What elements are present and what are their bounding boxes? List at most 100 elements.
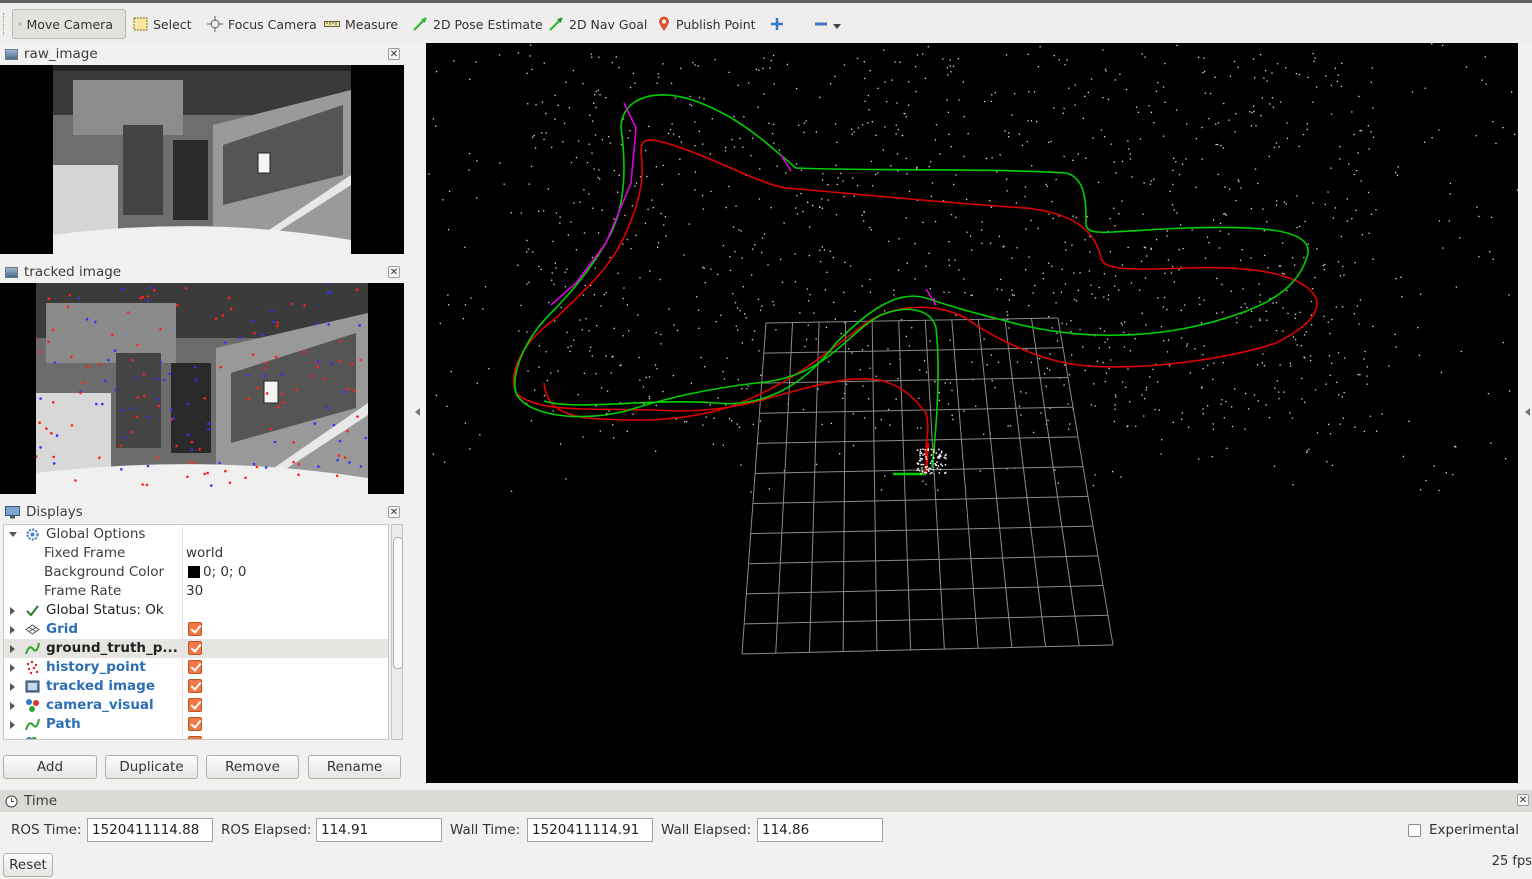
enable-checkbox[interactable] bbox=[188, 698, 202, 712]
display-item-tracked-image[interactable]: tracked image bbox=[4, 677, 388, 696]
tracked-image-close-icon[interactable]: ✕ bbox=[388, 266, 400, 278]
frame-rate-row[interactable]: Frame Rate 30 bbox=[4, 582, 388, 601]
map-point bbox=[575, 156, 578, 159]
grid-line bbox=[744, 614, 1109, 625]
displays-scrollbar[interactable] bbox=[391, 524, 403, 740]
map-point bbox=[1178, 173, 1181, 176]
tracked-feature-point bbox=[273, 440, 277, 444]
display-item-partial[interactable] bbox=[4, 734, 388, 739]
map-point bbox=[1007, 425, 1009, 427]
path-icon bbox=[25, 642, 40, 655]
expand-arrow-icon[interactable] bbox=[9, 532, 17, 537]
focus-camera-button[interactable]: Focus Camera bbox=[207, 9, 317, 39]
displays-close-icon[interactable]: ✕ bbox=[388, 506, 400, 518]
map-point bbox=[698, 327, 700, 329]
add-tool-button[interactable] bbox=[770, 9, 784, 39]
tracked-feature-point bbox=[256, 386, 260, 390]
map-point bbox=[1286, 137, 1289, 139]
expand-arrow-icon[interactable] bbox=[10, 702, 15, 710]
raw-image-close-icon[interactable]: ✕ bbox=[388, 48, 400, 60]
tracked-feature-point bbox=[187, 433, 190, 437]
enable-checkbox[interactable] bbox=[188, 660, 202, 674]
enable-checkbox[interactable] bbox=[188, 641, 202, 655]
tracked-feature-point bbox=[111, 333, 114, 337]
map-point bbox=[906, 173, 908, 175]
map-point bbox=[998, 235, 1000, 237]
enable-checkbox[interactable] bbox=[188, 717, 202, 731]
map-point bbox=[1166, 235, 1168, 237]
map-point bbox=[435, 71, 438, 73]
map-point bbox=[1372, 107, 1374, 109]
time-close-icon[interactable]: ✕ bbox=[1517, 794, 1529, 806]
render-viewport[interactable] bbox=[426, 43, 1518, 783]
expand-arrow-icon[interactable] bbox=[10, 607, 15, 615]
display-item-grid[interactable]: Grid bbox=[4, 620, 388, 639]
scrollbar-thumb[interactable] bbox=[393, 537, 403, 669]
pose-estimate-button[interactable]: 2D Pose Estimate bbox=[412, 9, 543, 39]
map-point bbox=[717, 273, 719, 276]
map-point bbox=[1145, 324, 1147, 326]
frame-rate-value[interactable]: 30 bbox=[186, 582, 203, 601]
map-point bbox=[1254, 168, 1257, 170]
toolbar-grip[interactable] bbox=[3, 13, 7, 35]
map-point bbox=[869, 278, 871, 281]
expand-arrow-icon[interactable] bbox=[10, 645, 15, 653]
enable-checkbox[interactable] bbox=[188, 736, 202, 739]
measure-button[interactable]: Measure bbox=[324, 9, 398, 39]
displays-tree[interactable]: Global Options Fixed Frame world Backgro… bbox=[3, 524, 389, 740]
expand-arrow-icon[interactable] bbox=[10, 721, 15, 729]
fixed-frame-value[interactable]: world bbox=[186, 544, 223, 563]
ros-elapsed-field[interactable]: 114.91 bbox=[316, 818, 442, 842]
map-point bbox=[432, 118, 434, 120]
expand-arrow-icon[interactable] bbox=[10, 664, 15, 672]
collapse-left-icon[interactable] bbox=[415, 408, 420, 416]
expand-arrow-icon[interactable] bbox=[10, 683, 15, 691]
nav-goal-button[interactable]: 2D Nav Goal bbox=[548, 9, 647, 39]
map-point bbox=[435, 125, 437, 127]
experimental-checkbox[interactable] bbox=[1408, 824, 1421, 837]
map-point bbox=[1143, 246, 1145, 248]
map-point bbox=[1492, 121, 1494, 123]
tracked-feature-point bbox=[313, 422, 317, 425]
map-point bbox=[852, 444, 855, 447]
enable-checkbox[interactable] bbox=[188, 679, 202, 693]
display-item-camera-visual[interactable]: camera_visual bbox=[4, 696, 388, 715]
map-point bbox=[767, 264, 769, 266]
fixed-frame-row[interactable]: Fixed Frame world bbox=[4, 544, 388, 563]
remove-tool-button[interactable] bbox=[814, 9, 841, 39]
scene-canvas[interactable] bbox=[426, 43, 1518, 783]
map-point bbox=[1202, 413, 1204, 415]
map-point bbox=[661, 183, 663, 185]
map-point bbox=[867, 345, 869, 347]
select-button[interactable]: Select bbox=[133, 9, 192, 39]
map-point bbox=[1376, 430, 1378, 432]
tracked-feature-point bbox=[280, 373, 283, 376]
expand-arrow-icon[interactable] bbox=[10, 626, 15, 634]
enable-checkbox[interactable] bbox=[188, 622, 202, 636]
display-item-ground-truth-path[interactable]: ground_truth_p... bbox=[4, 639, 388, 658]
move-camera-icon bbox=[18, 22, 22, 26]
map-point bbox=[830, 83, 832, 85]
background-color-row[interactable]: Background Color 0; 0; 0 bbox=[4, 563, 388, 582]
tracked-feature-point bbox=[276, 321, 279, 324]
collapse-right-icon[interactable] bbox=[1525, 408, 1530, 416]
display-item-history-point[interactable]: history_point bbox=[4, 658, 388, 677]
display-item-path[interactable]: Path bbox=[4, 715, 388, 734]
add-button[interactable]: Add bbox=[3, 755, 97, 779]
map-point bbox=[864, 417, 866, 419]
reset-button[interactable]: Reset bbox=[3, 853, 53, 877]
publish-point-button[interactable]: Publish Point bbox=[657, 9, 756, 39]
ros-time-field[interactable]: 1520411114.88 bbox=[87, 818, 213, 842]
global-status-row[interactable]: Global Status: Ok bbox=[4, 601, 388, 620]
tracked-feature-point bbox=[274, 355, 278, 359]
wall-time-field[interactable]: 1520411114.91 bbox=[527, 818, 653, 842]
display-item-label: tracked image bbox=[46, 678, 155, 694]
remove-button[interactable]: Remove bbox=[206, 755, 299, 779]
rename-button[interactable]: Rename bbox=[308, 755, 401, 779]
map-point bbox=[781, 281, 784, 283]
map-point bbox=[626, 430, 628, 432]
move-camera-button[interactable]: Move Camera bbox=[12, 9, 126, 39]
wall-elapsed-field[interactable]: 114.86 bbox=[757, 818, 883, 842]
duplicate-button[interactable]: Duplicate bbox=[105, 755, 198, 779]
global-options-row[interactable]: Global Options bbox=[4, 525, 388, 544]
